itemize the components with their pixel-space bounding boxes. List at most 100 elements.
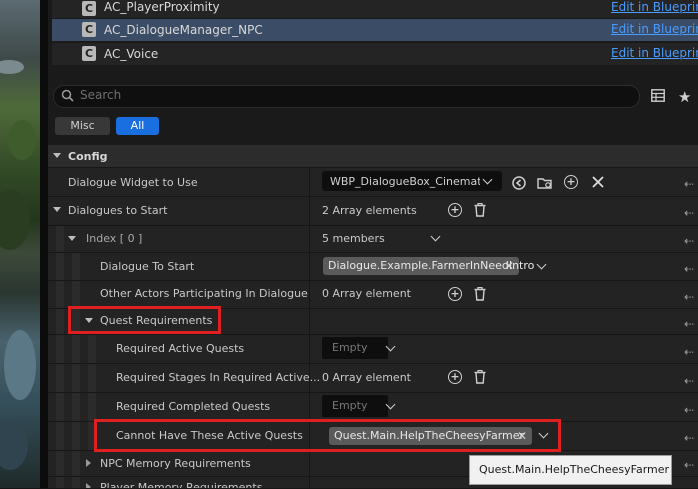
reset-to-default-icon[interactable]: ⇠ xyxy=(684,177,698,191)
component-name: AC_PlayerProximity xyxy=(104,0,220,14)
indent-guide xyxy=(56,364,64,392)
property-label: NPC Memory Requirements xyxy=(100,457,251,470)
viewport-detail xyxy=(8,120,36,160)
favorite-star-icon[interactable]: ★ xyxy=(678,88,691,106)
indent-guide xyxy=(56,477,64,488)
widget-class-dropdown[interactable]: WBP_DialogueBox_Cinematic xyxy=(322,171,502,191)
tag-container-empty[interactable]: Empty xyxy=(322,337,388,359)
component-class-icon: C xyxy=(82,46,96,61)
reset-to-default-icon[interactable]: ⇠ xyxy=(684,262,698,276)
expand-arrow-icon xyxy=(68,236,76,241)
reset-to-default-icon[interactable]: ⇠ xyxy=(684,374,698,388)
indent-guide xyxy=(88,393,96,421)
section-header-config[interactable]: Config xyxy=(48,145,698,168)
tag-container-empty[interactable]: Empty xyxy=(322,395,388,417)
filter-all-button[interactable]: All xyxy=(116,117,159,135)
property-row-required-stages: Required Stages In Required Active... 0 … xyxy=(48,364,698,393)
property-label: Required Completed Quests xyxy=(116,400,271,413)
remove-tag-icon[interactable]: ✕ xyxy=(504,257,514,275)
members-count: 5 members xyxy=(322,232,385,245)
reset-to-default-icon[interactable]: ⇠ xyxy=(684,290,698,304)
indent-guide xyxy=(56,281,64,308)
trash-icon[interactable] xyxy=(474,287,486,301)
browse-folder-icon[interactable] xyxy=(537,176,553,190)
property-label: Dialogues to Start xyxy=(68,204,168,217)
indent-guide xyxy=(72,281,80,308)
component-row-selected[interactable]: C AC_DialogueManager_NPC Edit in Bluepri… xyxy=(52,19,698,41)
use-selected-asset-icon[interactable] xyxy=(512,176,526,190)
viewport-detail xyxy=(0,420,28,470)
gameplay-tag-pill[interactable]: Dialogue.Example.FarmerInNeedIntro ✕ xyxy=(323,257,534,275)
highlight-box-quest-requirements xyxy=(68,306,221,334)
indent-guide xyxy=(56,451,64,476)
indent-guide xyxy=(72,364,80,392)
search-icon xyxy=(61,89,74,102)
edit-in-blueprint-link[interactable]: Edit in Blueprint xyxy=(611,0,698,14)
add-element-icon[interactable]: + xyxy=(448,203,462,217)
property-row-index-0[interactable]: Index [ 0 ] 5 members xyxy=(48,226,698,253)
search-placeholder: Search xyxy=(80,88,122,102)
property-label: Index [ 0 ] xyxy=(86,232,143,245)
viewport-detail xyxy=(0,190,30,250)
indent-guide xyxy=(72,451,80,476)
edit-in-blueprint-link[interactable]: Edit in Blueprint xyxy=(611,46,698,60)
trash-icon[interactable] xyxy=(474,203,486,217)
property-row-required-completed-quests: Required Completed Quests Empty xyxy=(48,393,698,422)
property-label: Required Active Quests xyxy=(116,342,245,355)
add-element-icon[interactable]: + xyxy=(448,370,462,384)
indent-guide xyxy=(72,335,80,363)
reset-to-default-icon[interactable]: ⇠ xyxy=(684,345,698,359)
property-row-dialogue-widget: Dialogue Widget to Use WBP_DialogueBox_C… xyxy=(48,168,698,197)
reset-column: ⇠ ⇠ ⇠ ⇠ ⇠ ⇠ ⇠ ⇠ ⇠ ⇠ ⇠ xyxy=(683,168,698,488)
search-input[interactable] xyxy=(53,85,640,108)
property-label: Other Actors Participating In Dialogue xyxy=(100,287,308,300)
expand-arrow-icon xyxy=(53,153,61,158)
chevron-down-icon xyxy=(482,174,493,185)
clear-icon[interactable] xyxy=(592,176,604,188)
component-name: AC_Voice xyxy=(104,47,159,61)
edit-in-blueprint-link[interactable]: Edit in Blueprint xyxy=(611,22,698,36)
component-class-icon: C xyxy=(82,1,96,16)
highlight-box-cannot-have-active-quests xyxy=(94,419,561,452)
panel-splitter[interactable] xyxy=(40,0,48,488)
property-row-dialogue-to-start: Dialogue To Start Dialogue.Example.Farme… xyxy=(48,253,698,281)
chevron-down-icon[interactable] xyxy=(430,231,441,242)
property-label: Dialogue Widget to Use xyxy=(68,176,198,189)
indent-guide xyxy=(88,364,96,392)
component-name: AC_DialogueManager_NPC xyxy=(104,23,263,37)
property-row-other-actors: Other Actors Participating In Dialogue 0… xyxy=(48,281,698,309)
trash-icon[interactable] xyxy=(474,370,486,384)
reset-to-default-icon[interactable]: ⇠ xyxy=(684,206,698,220)
indent-guide xyxy=(56,253,64,280)
viewport-detail xyxy=(0,60,24,74)
component-row[interactable]: C AC_PlayerProximity Edit in Blueprint xyxy=(52,0,698,18)
indent-guide xyxy=(56,393,64,421)
chevron-down-icon[interactable] xyxy=(536,259,547,270)
table-view-icon[interactable] xyxy=(651,89,665,102)
indent-guide xyxy=(72,422,80,450)
add-icon[interactable]: + xyxy=(564,175,578,189)
property-row-required-active-quests: Required Active Quests Empty xyxy=(48,335,698,364)
indent-guide xyxy=(56,422,64,450)
indent-guide xyxy=(88,335,96,363)
component-class-icon: C xyxy=(82,22,96,37)
indent-guide xyxy=(72,477,80,488)
reset-to-default-icon[interactable]: ⇠ xyxy=(684,234,698,248)
array-count: 0 Array element xyxy=(322,371,411,384)
collapsed-arrow-icon xyxy=(86,459,91,467)
reset-to-default-icon[interactable]: ⇠ xyxy=(684,431,698,445)
reset-to-default-icon[interactable]: ⇠ xyxy=(684,458,698,472)
indent-guide xyxy=(56,226,64,252)
viewport-detail xyxy=(4,330,36,400)
filter-misc-button[interactable]: Misc xyxy=(55,117,110,135)
tag-tooltip: Quest.Main.HelpTheCheesyFarmer xyxy=(469,455,672,485)
component-row[interactable]: C AC_Voice Edit in Blueprint xyxy=(52,43,698,65)
reset-to-default-icon[interactable]: ⇠ xyxy=(684,317,698,331)
property-row-dialogues-to-start[interactable]: Dialogues to Start 2 Array elements + xyxy=(48,197,698,226)
add-element-icon[interactable]: + xyxy=(448,287,462,301)
array-count: 2 Array elements xyxy=(322,204,417,217)
indent-guide xyxy=(72,253,80,280)
reset-to-default-icon[interactable]: ⇠ xyxy=(684,403,698,417)
indent-guide xyxy=(56,335,64,363)
property-label: Dialogue To Start xyxy=(100,260,195,273)
